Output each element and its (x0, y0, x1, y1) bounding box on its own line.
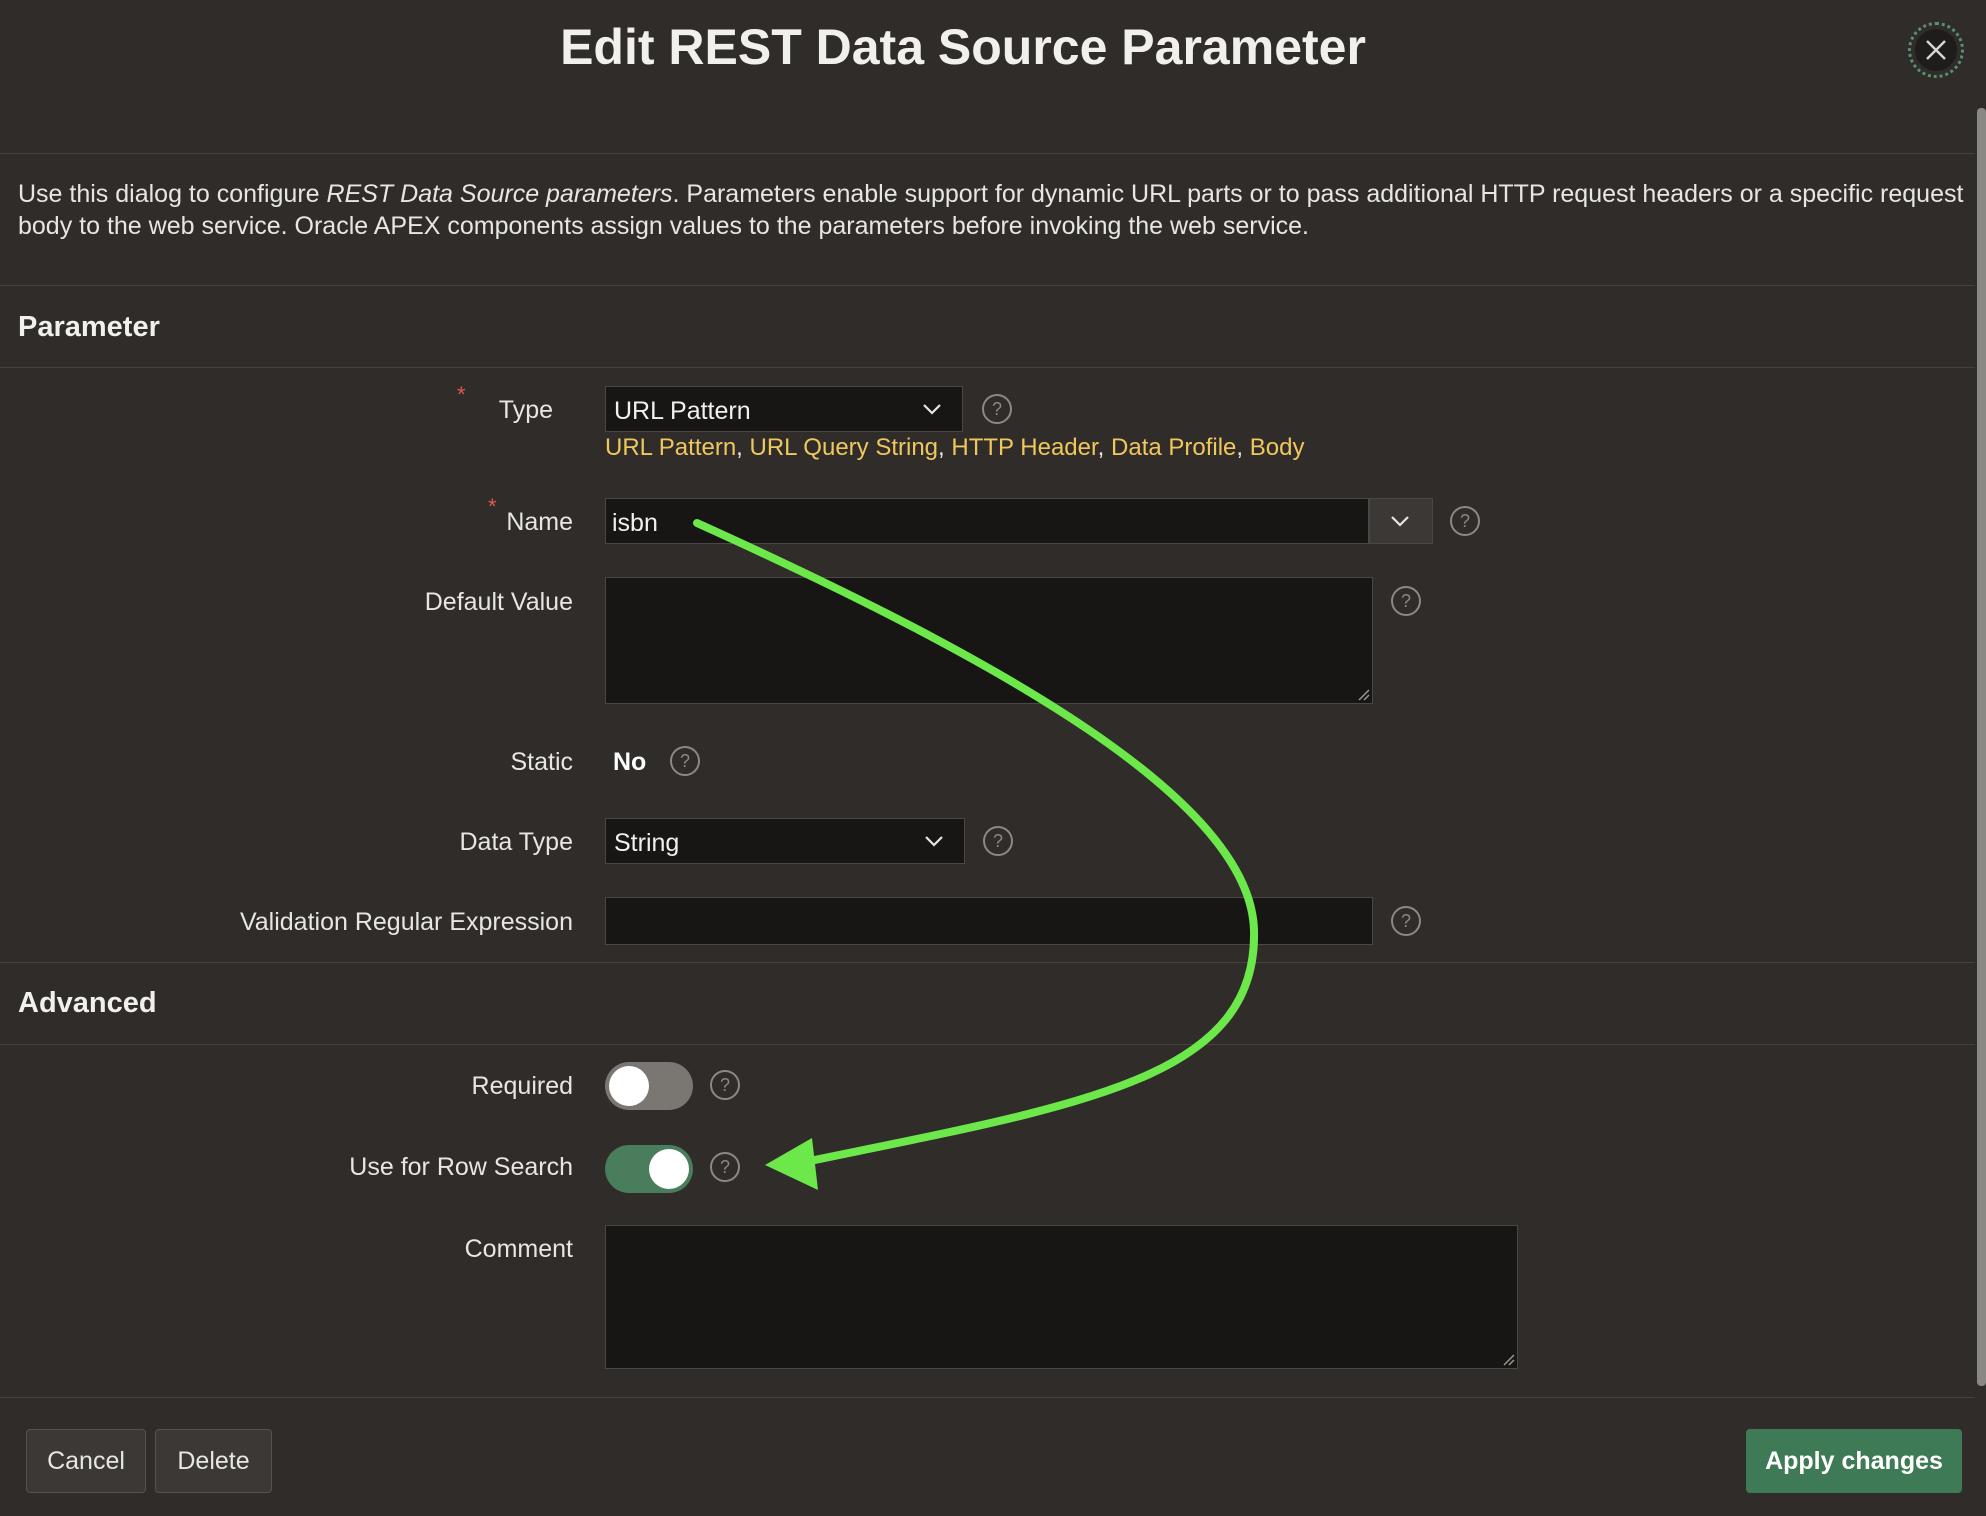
type-select-value: URL Pattern (614, 397, 751, 425)
divider (0, 962, 1975, 963)
help-icon[interactable]: ? (710, 1152, 740, 1182)
help-icon[interactable]: ? (983, 826, 1013, 856)
chevron-down-icon (902, 387, 962, 431)
type-select[interactable]: URL Pattern (605, 386, 963, 432)
quick-pick-link[interactable]: Data Profile (1111, 434, 1236, 461)
divider (0, 153, 1975, 154)
apply-changes-button[interactable]: Apply changes (1746, 1429, 1962, 1493)
validation-regex-label: Validation Regular Expression (239, 908, 573, 936)
name-input[interactable]: isbn (605, 498, 1369, 544)
help-icon[interactable]: ? (710, 1070, 740, 1100)
required-toggle[interactable] (605, 1062, 693, 1110)
delete-button[interactable]: Delete (155, 1429, 272, 1493)
divider (0, 285, 1975, 286)
help-icon[interactable]: ? (1391, 906, 1421, 936)
quick-pick-link[interactable]: Body (1250, 434, 1305, 461)
divider (0, 367, 1975, 368)
cancel-button[interactable]: Cancel (26, 1429, 146, 1493)
comment-textarea[interactable] (605, 1225, 1518, 1369)
resize-handle-icon[interactable] (1501, 1352, 1515, 1366)
default-value-textarea[interactable] (605, 577, 1373, 704)
arrow-head (765, 1138, 818, 1190)
quick-pick-link[interactable]: URL Pattern (605, 434, 736, 461)
help-icon[interactable]: ? (670, 746, 700, 776)
data-type-select[interactable]: String (605, 818, 965, 864)
default-value-label: Default Value (424, 588, 573, 616)
help-icon[interactable]: ? (1391, 586, 1421, 616)
scrollbar[interactable] (1977, 108, 1986, 1386)
close-icon (1926, 40, 1946, 60)
data-type-select-value: String (614, 829, 680, 857)
required-label: Required (471, 1072, 573, 1100)
close-button[interactable] (1908, 22, 1964, 78)
quick-pick-link[interactable]: HTTP Header (951, 434, 1097, 461)
quick-pick-link[interactable]: URL Query String (750, 434, 939, 461)
name-dropdown-button[interactable] (1369, 498, 1433, 544)
validation-regex-input[interactable] (605, 897, 1373, 945)
dialog-title: Edit REST Data Source Parameter (560, 19, 1366, 75)
comment-label: Comment (464, 1235, 573, 1263)
type-label: Type (498, 396, 553, 424)
static-value: No (613, 748, 647, 776)
resize-handle-icon[interactable] (1356, 687, 1370, 701)
help-icon[interactable]: ? (982, 394, 1012, 424)
intro-text: Use this dialog to configure REST Data S… (18, 180, 1964, 240)
name-input-value: isbn (612, 509, 658, 537)
help-icon[interactable]: ? (1450, 506, 1480, 536)
toggle-knob (609, 1066, 649, 1106)
chevron-down-icon (1368, 499, 1432, 543)
divider (0, 1397, 1975, 1398)
data-type-label: Data Type (459, 828, 573, 856)
name-label: Name (506, 508, 573, 536)
toggle-knob (649, 1149, 689, 1189)
use-for-row-search-toggle[interactable] (605, 1145, 693, 1193)
static-label: Static (510, 748, 573, 776)
chevron-down-icon (904, 819, 964, 863)
divider (0, 1044, 1975, 1045)
type-quick-picks: URL Pattern, URL Query String, HTTP Head… (605, 434, 1305, 461)
section-title-parameter: Parameter (18, 311, 160, 343)
section-title-advanced: Advanced (18, 987, 157, 1019)
use-for-row-search-label: Use for Row Search (349, 1153, 573, 1181)
